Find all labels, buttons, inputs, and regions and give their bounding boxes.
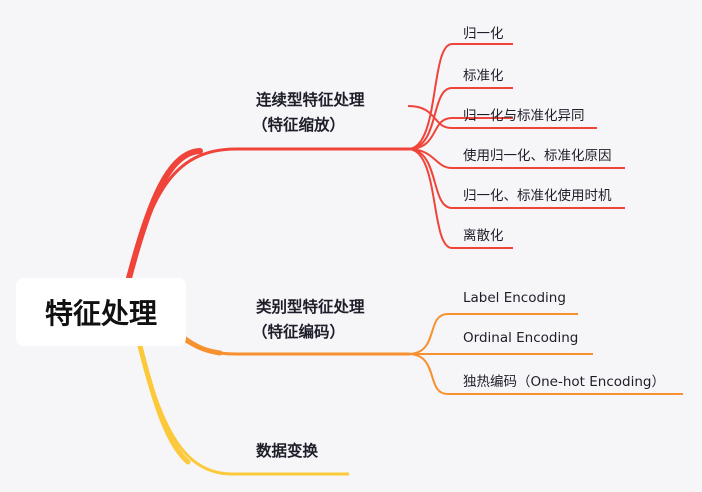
mindmap-connectors [125, 43, 683, 476]
leaf-node[interactable]: Label Encoding [463, 290, 566, 306]
branch-continuous[interactable]: 连续型特征处理 （特征缩放） [252, 88, 365, 138]
root-label: 特征处理 [44, 297, 157, 330]
branch-label: 类别型特征处理 [256, 298, 365, 316]
leaf-node[interactable]: 归一化与标准化异同 [463, 104, 585, 124]
branch-sublabel: （特征编码） [252, 323, 346, 341]
leaf-node[interactable]: 归一化、标准化使用时机 [463, 184, 612, 204]
branch-label: 连续型特征处理 [256, 91, 365, 109]
leaf-node[interactable]: 使用归一化、标准化原因 [463, 144, 612, 164]
leaf-node[interactable]: 归一化 [463, 22, 504, 42]
branch-sublabel: （特征缩放） [252, 116, 346, 134]
branch-label: 数据变换 [256, 442, 319, 460]
root-node[interactable]: 特征处理 [16, 278, 186, 346]
leaf-node[interactable]: 独热编码（One-hot Encoding） [463, 370, 665, 390]
leaf-node[interactable]: 离散化 [463, 224, 504, 244]
branch-categorical[interactable]: 类别型特征处理 （特征编码） [252, 295, 365, 345]
leaf-node[interactable]: 标准化 [463, 64, 504, 84]
leaf-node[interactable]: Ordinal Encoding [463, 330, 578, 346]
branch-transform[interactable]: 数据变换 [256, 439, 318, 464]
